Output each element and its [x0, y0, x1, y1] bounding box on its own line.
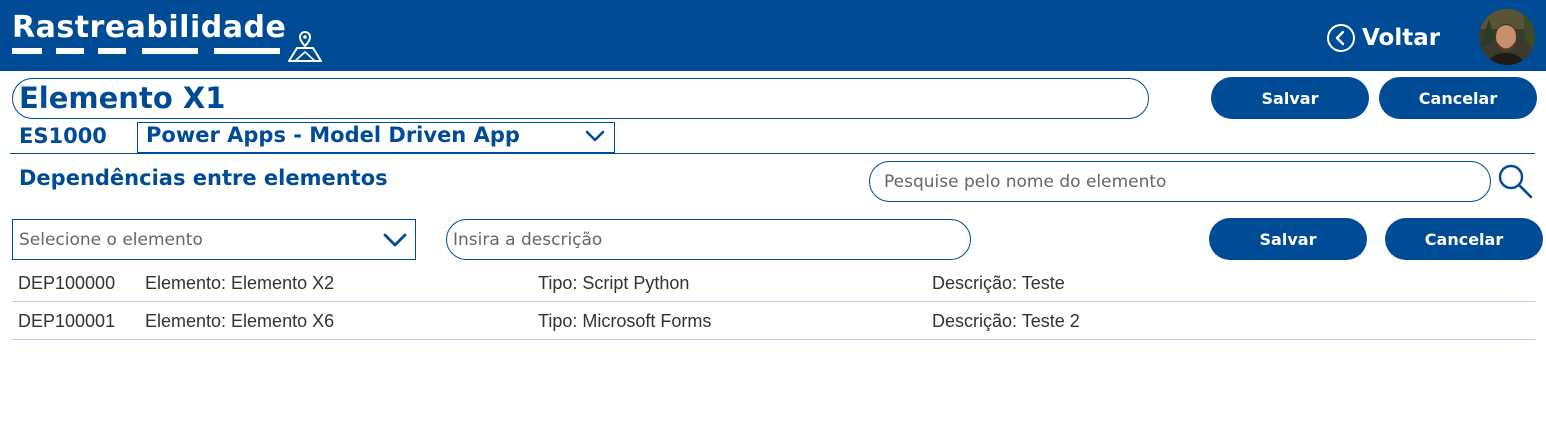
dependencies-title: Dependências entre elementos — [19, 166, 388, 190]
section-divider — [10, 153, 1535, 154]
user-avatar[interactable] — [1479, 9, 1535, 65]
table-row[interactable]: DEP100001 Elemento: Elemento X6 Tipo: Mi… — [12, 302, 1535, 340]
dependency-type: Tipo: Script Python — [538, 273, 690, 293]
dependency-description: Descrição: Teste — [932, 273, 1065, 293]
search-input[interactable] — [869, 161, 1491, 202]
chevron-down-icon — [383, 233, 407, 247]
element-type-select[interactable]: Power Apps - Model Driven App — [137, 122, 615, 153]
back-label: Voltar — [1362, 25, 1441, 51]
app-title: Rastreabilidade — [12, 10, 287, 45]
dependency-element: Elemento: Elemento X2 — [145, 273, 335, 293]
title-dash-decoration — [12, 48, 280, 54]
dependency-type: Tipo: Microsoft Forms — [538, 311, 712, 331]
app-header: Rastreabilidade Voltar — [0, 0, 1546, 71]
element-code: ES1000 — [19, 124, 107, 148]
save-button[interactable]: Salvar — [1211, 77, 1369, 119]
dependency-cancel-button[interactable]: Cancelar — [1385, 218, 1543, 260]
cancel-button[interactable]: Cancelar — [1379, 77, 1537, 119]
search-icon[interactable] — [1496, 162, 1534, 200]
dependency-element: Elemento: Elemento X6 — [145, 311, 335, 331]
description-input[interactable] — [446, 219, 971, 260]
element-name-field[interactable]: Elemento X1 — [12, 78, 1149, 119]
back-button[interactable]: Voltar — [1326, 22, 1440, 54]
map-pin-route-icon — [288, 30, 322, 62]
dependency-save-button[interactable]: Salvar — [1209, 218, 1367, 260]
table-row[interactable]: DEP100000 Elemento: Elemento X2 Tipo: Sc… — [12, 264, 1535, 302]
dependency-id: DEP100000 — [18, 273, 116, 293]
chevron-left-circle-icon — [1327, 24, 1355, 52]
element-select[interactable]: Selecione o elemento — [12, 219, 416, 260]
element-name-value: Elemento X1 — [19, 81, 226, 115]
chevron-down-icon — [585, 130, 605, 142]
dependency-description: Descrição: Teste 2 — [932, 311, 1080, 331]
dependency-id: DEP100001 — [18, 311, 116, 331]
element-select-placeholder: Selecione o elemento — [19, 230, 203, 250]
element-type-value: Power Apps - Model Driven App — [146, 123, 520, 147]
